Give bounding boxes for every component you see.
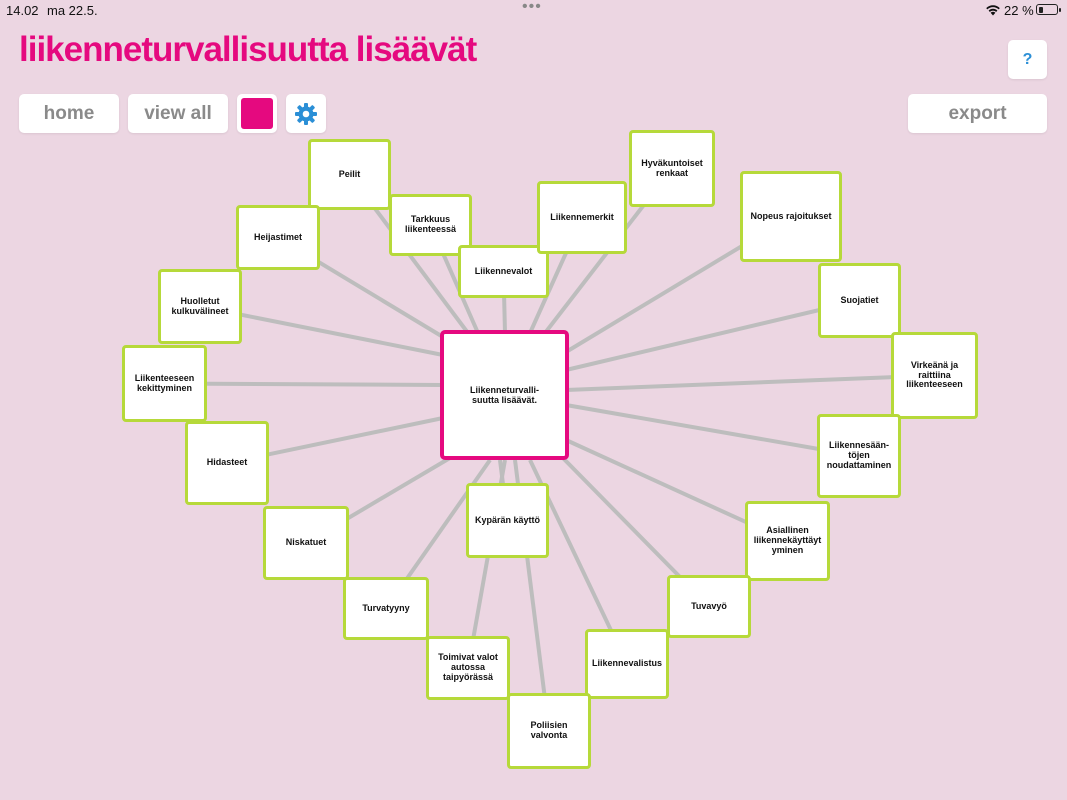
- node-label: Nopeus rajoitukset: [750, 210, 832, 221]
- node-hyvakuntoiset-renkaat[interactable]: Hyväkuntoiset renkaat: [629, 130, 715, 207]
- node-label: Tarkkuus liikenteessä: [404, 214, 457, 234]
- node-label: Liikennemerkit: [550, 211, 614, 222]
- node-peilit[interactable]: Peilit: [308, 139, 391, 210]
- node-asiallinen-liikennekayttaytyminen[interactable]: Asiallinen liikennekäyttäyt yminen: [745, 501, 830, 581]
- node-label: Turvatyyny: [362, 602, 410, 613]
- node-label: Peilit: [338, 168, 361, 179]
- node-label: Virkeänä ja raittiina liikenteeseen: [906, 359, 963, 390]
- node-liikennevalistus[interactable]: Liikennevalistus: [585, 629, 669, 699]
- node-label: Tuvavyö: [691, 600, 727, 611]
- node-toimivat-valot[interactable]: Toimivat valot autossa taipyörässä: [426, 636, 510, 700]
- node-label: Toimivat valot autossa taipyörässä: [438, 652, 498, 682]
- node-label: Liikennesään-töjen noudattaminen: [826, 440, 892, 470]
- node-turvatyyny[interactable]: Turvatyyny: [343, 577, 429, 640]
- node-liikennevalot[interactable]: Liikennevalot: [458, 245, 549, 298]
- node-liikennemerkit[interactable]: Liikennemerkit: [537, 181, 627, 254]
- node-liikenteeseen-kekittyminen[interactable]: Liikenteeseen kekittyminen: [122, 345, 207, 422]
- link-line: [565, 373, 935, 392]
- node-label: Hidasteet: [206, 457, 248, 468]
- node-label: Suojatiet: [840, 294, 879, 305]
- link-line: [565, 298, 860, 372]
- node-label: Heijastimet: [253, 231, 303, 242]
- center-node[interactable]: Liikenneturvalli- suutta lisäävät.: [440, 330, 569, 460]
- link-line: [565, 403, 860, 458]
- node-suojatiet[interactable]: Suojatiet: [818, 263, 901, 338]
- node-liikennesaantojen-noudattaminen[interactable]: Liikennesään-töjen noudattaminen: [817, 414, 901, 498]
- node-huolletut-kulkuvalineet[interactable]: Huolletut kulkuvälineet: [158, 269, 242, 344]
- node-label: Liikennevalot: [474, 265, 533, 276]
- node-niskatuet[interactable]: Niskatuet: [263, 506, 349, 580]
- node-label: Huolletut kulkuvälineet: [171, 295, 229, 316]
- node-heijastimet[interactable]: Heijastimet: [236, 205, 320, 270]
- center-node-label: Liikenneturvalli- suutta lisäävät.: [469, 384, 540, 405]
- node-label: Kypärän käyttö: [474, 514, 541, 525]
- node-kyparan-kaytto[interactable]: Kypärän käyttö: [466, 483, 549, 558]
- node-label: Niskatuet: [285, 537, 327, 548]
- node-virkeana-ja-raittiina[interactable]: Virkeänä ja raittiina liikenteeseen: [891, 332, 978, 419]
- node-tuvavyo[interactable]: Tuvavyö: [667, 575, 751, 638]
- node-poliisien-valvonta[interactable]: Poliisien valvonta: [507, 693, 591, 769]
- node-label: Liikennevalistus: [591, 658, 663, 669]
- node-label: Liikenteeseen kekittyminen: [134, 372, 195, 393]
- node-hidasteet[interactable]: Hidasteet: [185, 421, 269, 505]
- node-label: Hyväkuntoiset renkaat: [641, 157, 703, 178]
- node-nopeus-rajoitukset[interactable]: Nopeus rajoitukset: [740, 171, 842, 262]
- node-label: Asiallinen liikennekäyttäyt yminen: [753, 525, 822, 555]
- node-label: Poliisien valvonta: [530, 720, 568, 740]
